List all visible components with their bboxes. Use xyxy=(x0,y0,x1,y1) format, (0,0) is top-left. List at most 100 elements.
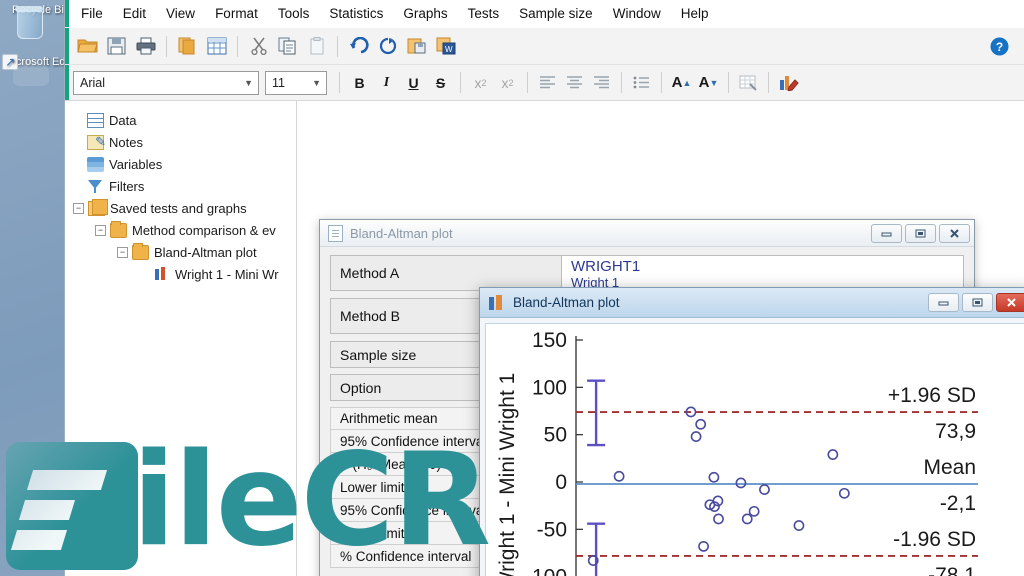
bullet-list-icon[interactable] xyxy=(628,70,655,95)
toolbar-separator xyxy=(166,35,167,57)
cut-icon[interactable] xyxy=(244,33,273,60)
superscript-button[interactable]: x2 xyxy=(494,70,521,95)
menu-item-tests[interactable]: Tests xyxy=(458,3,510,24)
data-point xyxy=(708,471,720,483)
data-point xyxy=(690,431,702,442)
open-icon[interactable] xyxy=(73,33,102,60)
data-point xyxy=(713,513,724,525)
method-a-value: WRIGHT1 xyxy=(571,258,641,275)
bold-button[interactable]: B xyxy=(346,70,373,95)
results-window-titlebar[interactable]: Bland-Altman plot xyxy=(320,220,974,247)
sidebar-item-wright-1-mini-wright[interactable]: Wright 1 - Mini Wr xyxy=(73,263,296,285)
plot-close-button[interactable] xyxy=(996,293,1024,312)
plot-window-titlebar[interactable]: Bland-Altman plot xyxy=(480,288,1024,318)
toolbar-separator xyxy=(460,72,461,93)
data-point xyxy=(613,470,625,482)
toolbar-separator xyxy=(728,72,729,93)
plot-window-title: Bland-Altman plot xyxy=(513,295,620,310)
toolbar-separator xyxy=(237,35,238,57)
sidebar-item-saved-tests-and-graphs[interactable]: − Saved tests and graphs xyxy=(73,197,296,219)
spreadsheet-icon[interactable] xyxy=(202,33,231,60)
font-size-select[interactable]: 11 ▼ xyxy=(265,70,327,95)
menu-item-statistics[interactable]: Statistics xyxy=(319,3,393,24)
menu-item-edit[interactable]: Edit xyxy=(113,3,156,24)
undo-icon[interactable] xyxy=(344,33,373,60)
folder-icon xyxy=(110,220,127,238)
results-maximize-button[interactable] xyxy=(905,223,936,243)
folders-icon xyxy=(88,198,108,216)
data-point xyxy=(793,520,805,531)
variables-icon xyxy=(87,156,104,172)
sidebar-item-filters[interactable]: Filters xyxy=(73,175,296,197)
subscript-base: x xyxy=(474,74,482,91)
underline-button[interactable]: U xyxy=(400,70,427,95)
document-icon xyxy=(328,224,343,242)
font-name-select[interactable]: Arial ▼ xyxy=(73,70,259,95)
plot-minimize-button[interactable] xyxy=(928,293,959,312)
align-right-icon[interactable] xyxy=(588,70,615,95)
toolbar-separator xyxy=(661,72,662,93)
sidebar-item-method-comparison[interactable]: − Method comparison & ev xyxy=(73,219,296,241)
tree-item-label: Bland-Altman plot xyxy=(154,244,257,260)
project-tree-panel: Data Notes Variables Filters − xyxy=(65,101,297,576)
shrink-font-letter: A xyxy=(698,74,710,91)
print-icon[interactable] xyxy=(131,33,160,60)
bland-altman-plot-window[interactable]: Bland-Altman plot 150100500-50-100-15020… xyxy=(479,287,1024,576)
strikethrough-button[interactable]: S xyxy=(427,70,454,95)
collapse-toggle[interactable]: − xyxy=(117,246,128,258)
table-properties-icon[interactable] xyxy=(735,70,762,95)
caret-up-icon: ▲ xyxy=(682,77,692,88)
edit-graph-icon[interactable] xyxy=(775,70,802,95)
reference-label-upper_loa: +1.96 SD xyxy=(888,384,976,407)
menu-item-view[interactable]: View xyxy=(156,3,205,24)
method-a-value-cell[interactable]: WRIGHT1 Wright 1 xyxy=(562,255,964,291)
tree-item-label: Method comparison & ev xyxy=(132,222,276,238)
bland-altman-scatter-chart: 150100500-50-100-15020030040050060070080… xyxy=(496,329,978,576)
results-close-button[interactable] xyxy=(939,223,970,243)
menu-item-format[interactable]: Format xyxy=(205,3,268,24)
y-tick-label: 50 xyxy=(544,424,567,447)
menu-item-window[interactable]: Window xyxy=(603,3,671,24)
bar-chart-icon xyxy=(489,295,505,310)
chevron-down-icon: ▼ xyxy=(244,77,253,88)
menu-item-sample-size[interactable]: Sample size xyxy=(509,3,603,24)
error-bar-lower-loa-ci xyxy=(587,522,606,576)
menu-item-help[interactable]: Help xyxy=(671,3,719,24)
data-point xyxy=(838,487,850,499)
menu-item-tools[interactable]: Tools xyxy=(268,3,320,24)
align-center-icon[interactable] xyxy=(561,70,588,95)
data-point xyxy=(735,477,747,489)
subscript-index: 2 xyxy=(481,77,487,88)
chevron-down-icon: ▼ xyxy=(312,77,321,88)
help-icon[interactable]: ? xyxy=(985,33,1014,60)
tree-item-label: Filters xyxy=(109,178,145,194)
copy-icon[interactable] xyxy=(273,33,302,60)
new-document-icon[interactable] xyxy=(173,33,202,60)
sidebar-item-data[interactable]: Data xyxy=(73,109,296,131)
y-tick-label: -50 xyxy=(537,518,567,541)
sidebar-item-notes[interactable]: Notes xyxy=(73,131,296,153)
grow-font-icon[interactable]: A ▲ xyxy=(668,70,695,95)
align-left-icon[interactable] xyxy=(534,70,561,95)
sidebar-item-bland-altman-plot[interactable]: − Bland-Altman plot xyxy=(73,241,296,263)
tree-item-label: Notes xyxy=(109,134,143,150)
paste-icon[interactable] xyxy=(302,33,331,60)
subscript-button[interactable]: x2 xyxy=(467,70,494,95)
italic-button[interactable]: I xyxy=(373,70,400,95)
collapse-toggle[interactable]: − xyxy=(95,224,106,236)
save-icon[interactable] xyxy=(102,33,131,60)
sidebar-item-variables[interactable]: Variables xyxy=(73,153,296,175)
redo-icon[interactable] xyxy=(373,33,402,60)
export-word-icon[interactable]: W xyxy=(431,33,460,60)
results-minimize-button[interactable] xyxy=(871,223,902,243)
results-window-title: Bland-Altman plot xyxy=(350,225,453,241)
toolbar-separator xyxy=(621,72,622,93)
spreadsheet-icon xyxy=(87,112,104,128)
shrink-font-icon[interactable]: A ▼ xyxy=(695,70,722,95)
reference-label-lower_loa: -1.96 SD xyxy=(893,528,976,551)
menu-item-file[interactable]: File xyxy=(71,3,113,24)
plot-maximize-button[interactable] xyxy=(962,293,993,312)
menu-item-graphs[interactable]: Graphs xyxy=(393,3,457,24)
save-report-icon[interactable] xyxy=(402,33,431,60)
collapse-toggle[interactable]: − xyxy=(73,202,84,214)
